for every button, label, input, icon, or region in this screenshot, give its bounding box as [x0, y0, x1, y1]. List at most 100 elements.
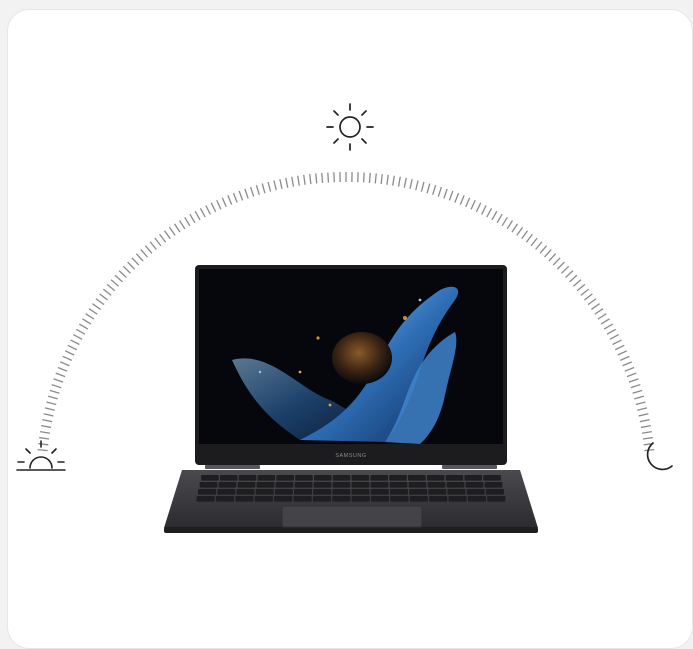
- arc-tick: [522, 231, 528, 239]
- sunrise-icon: [17, 441, 65, 470]
- keyboard-key: [274, 496, 292, 502]
- arc-tick: [526, 234, 532, 242]
- arc-tick: [298, 176, 300, 186]
- arc-tick: [549, 254, 556, 261]
- arc-tick: [588, 299, 596, 305]
- arc-tick: [393, 176, 395, 186]
- arc-tick: [634, 396, 644, 399]
- arc-tick: [89, 309, 97, 315]
- keyboard-key: [487, 496, 505, 502]
- arc-tick: [190, 214, 195, 223]
- arc-tick: [63, 356, 72, 360]
- arc-tick: [180, 220, 185, 228]
- arc-tick: [47, 402, 57, 405]
- keyboard-key: [448, 489, 466, 495]
- arc-tick: [369, 173, 370, 183]
- arc-tick: [65, 351, 74, 355]
- arc-tick: [639, 414, 649, 416]
- arc-tick: [292, 177, 294, 187]
- keyboard-key: [313, 496, 331, 502]
- arc-tick: [79, 324, 88, 329]
- keyboard-key: [390, 496, 408, 502]
- arc-tick: [610, 335, 619, 340]
- arc-tick: [155, 238, 161, 246]
- keyboard-key: [352, 496, 370, 502]
- arc-tick: [262, 184, 265, 194]
- arc-tick: [466, 198, 470, 207]
- arc-tick: [268, 182, 271, 192]
- arc-tick: [512, 224, 518, 232]
- keyboard-key: [216, 496, 234, 502]
- arc-tick: [557, 262, 564, 269]
- arc-tick: [570, 275, 577, 282]
- arc-tick: [141, 250, 148, 257]
- keyboard-key: [276, 482, 294, 488]
- arc-tick: [316, 173, 317, 183]
- arc-tick: [136, 254, 143, 261]
- sun-icon: [327, 104, 373, 150]
- keyboard-key: [371, 482, 389, 488]
- keyboard-key: [464, 475, 482, 481]
- arc-tick: [44, 414, 54, 416]
- keyboard-key: [390, 482, 408, 488]
- arc-tick: [222, 198, 226, 207]
- keyboard-key: [200, 482, 218, 488]
- arc-tick: [245, 189, 248, 198]
- arc-tick: [145, 246, 151, 254]
- arc-tick: [160, 234, 166, 242]
- arc-tick: [642, 432, 652, 434]
- arc-tick: [82, 319, 91, 324]
- arc-tick: [322, 173, 323, 183]
- arc-tick: [195, 211, 200, 220]
- arc-tick: [643, 438, 653, 439]
- arc-tick: [607, 329, 616, 334]
- arc-tick: [633, 390, 643, 393]
- arc-tick: [416, 180, 418, 190]
- keyboard-key: [314, 482, 332, 488]
- keyboard-key: [352, 482, 370, 488]
- arc-tick: [217, 200, 221, 209]
- keyboard-key: [276, 475, 294, 481]
- keyboard-key: [257, 482, 275, 488]
- arc-tick: [39, 438, 49, 439]
- arc-tick: [444, 189, 447, 198]
- arc-tick: [73, 335, 82, 340]
- arc-tick: [40, 432, 50, 434]
- keyboard-key: [197, 496, 215, 502]
- arc-tick: [132, 258, 139, 265]
- arc-tick: [631, 385, 640, 388]
- arc-tick: [421, 182, 424, 192]
- arc-tick: [107, 284, 115, 290]
- arc-tick: [169, 227, 175, 235]
- laptop-image: SAMSUNG: [164, 265, 538, 533]
- keyboard-key: [313, 489, 331, 495]
- arc-tick: [256, 185, 259, 195]
- keyboard-key: [429, 496, 447, 502]
- arc-tick: [304, 175, 305, 185]
- keyboard-key: [410, 496, 428, 502]
- arc-tick: [438, 187, 441, 197]
- arc-tick: [573, 280, 581, 287]
- keyboard-key: [295, 475, 313, 481]
- arc-tick: [545, 250, 552, 257]
- arc-tick: [58, 367, 67, 371]
- arc-tick: [96, 299, 104, 305]
- keyboard-key: [294, 489, 312, 495]
- arc-tick: [115, 275, 122, 282]
- arc-tick: [52, 385, 61, 388]
- arc-tick: [206, 205, 211, 214]
- arc-tick: [76, 329, 85, 334]
- keyboard-key: [239, 475, 257, 481]
- keyboard-key: [219, 482, 237, 488]
- arc-tick: [566, 271, 573, 278]
- arc-tick: [410, 179, 412, 189]
- arc-tick: [211, 203, 215, 212]
- arc-tick: [274, 180, 276, 190]
- keyboard-key: [275, 489, 293, 495]
- keyboard-key: [371, 489, 389, 495]
- arc-tick: [164, 231, 170, 239]
- arc-tick: [111, 280, 119, 287]
- arc-tick: [623, 362, 632, 366]
- keyboard-key: [468, 496, 486, 502]
- keyboard-key: [428, 489, 446, 495]
